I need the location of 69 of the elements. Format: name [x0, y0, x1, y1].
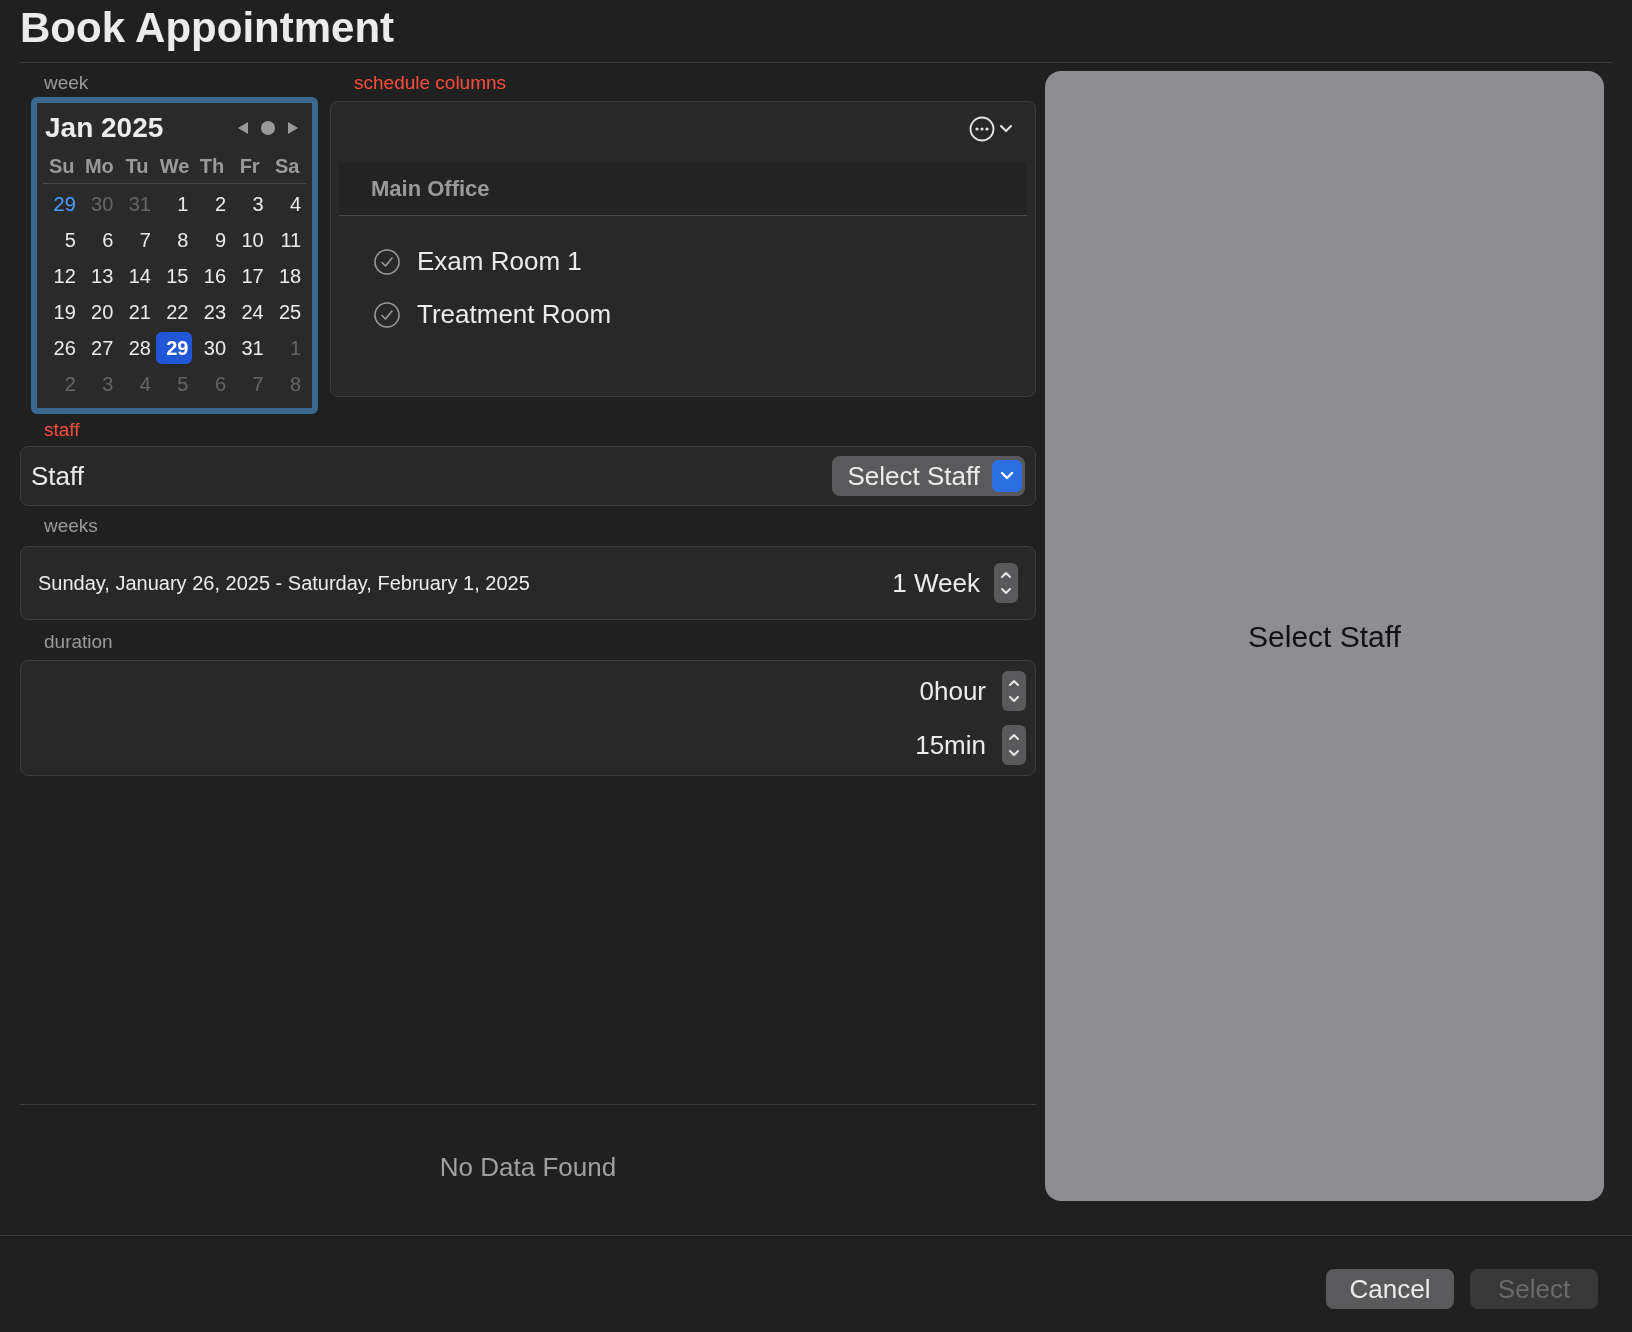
- calendar-day[interactable]: 25: [269, 296, 306, 328]
- staff-label: Staff: [31, 459, 84, 493]
- chevron-down-icon: [992, 460, 1022, 492]
- calendar-day[interactable]: 21: [118, 296, 155, 328]
- weekday-label: Su: [48, 154, 76, 179]
- side-panel-message: Select Staff: [1248, 618, 1401, 655]
- previous-icon[interactable]: [236, 120, 250, 136]
- calendar-day[interactable]: 16: [194, 260, 231, 292]
- section-label: week: [43, 71, 90, 95]
- calendar-day[interactable]: 8: [156, 224, 193, 256]
- calendar-day[interactable]: 26: [43, 332, 80, 364]
- calendar-day[interactable]: 12: [43, 260, 80, 292]
- calendar-month: Jan 2025: [45, 111, 164, 145]
- section-label: duration: [43, 630, 114, 654]
- calendar-day[interactable]: 13: [81, 260, 118, 292]
- room-name: Exam Room 1: [417, 245, 582, 278]
- calendar-day[interactable]: 6: [81, 224, 118, 256]
- checkmark-circle-icon[interactable]: [373, 300, 401, 329]
- calendar-day[interactable]: 27: [81, 332, 118, 364]
- calendar-day[interactable]: 29: [156, 332, 193, 364]
- room-name: Treatment Room: [417, 298, 612, 331]
- calendar-day[interactable]: 5: [43, 224, 80, 256]
- section-label: staff: [43, 418, 81, 442]
- section-label: weeks: [43, 514, 99, 538]
- duration-value: 0hour: [919, 674, 986, 708]
- checkmark-circle-icon[interactable]: [373, 247, 401, 276]
- calendar-day[interactable]: 9: [194, 224, 231, 256]
- calendar-day[interactable]: 29: [43, 188, 80, 220]
- calendar-day[interactable]: 1: [156, 188, 193, 220]
- duration-stepper[interactable]: [1002, 671, 1026, 711]
- section-label: schedule columns: [353, 71, 508, 95]
- weekday-label: Tu: [124, 154, 150, 179]
- next-icon[interactable]: [286, 120, 300, 136]
- weekday-label: We: [158, 154, 191, 179]
- calendar-day[interactable]: 7: [118, 224, 155, 256]
- calendar-day[interactable]: 19: [43, 296, 80, 328]
- more-options-icon[interactable]: [969, 116, 995, 142]
- calendar-day[interactable]: 28: [118, 332, 155, 364]
- calendar-day[interactable]: 11: [269, 224, 306, 256]
- calendar-day[interactable]: 4: [269, 188, 306, 220]
- duration-value: 15min: [915, 728, 986, 762]
- calendar-day[interactable]: 23: [194, 296, 231, 328]
- week-range: Sunday, January 26, 2025 - Saturday, February 1, 2025: [38, 571, 530, 596]
- today-dot-icon[interactable]: [260, 120, 276, 136]
- calendar-day[interactable]: 24: [231, 296, 268, 328]
- calendar-day[interactable]: 18: [269, 260, 306, 292]
- calendar-day[interactable]: 14: [118, 260, 155, 292]
- calendar-day[interactable]: 3: [231, 188, 268, 220]
- duration-stepper[interactable]: [1002, 725, 1026, 765]
- window-title: Book Appointment: [20, 3, 396, 53]
- calendar-day[interactable]: 31: [231, 332, 268, 364]
- calendar-day[interactable]: 2: [194, 188, 231, 220]
- empty-message: No Data Found: [439, 1150, 617, 1184]
- weekday-label: Sa: [273, 154, 301, 179]
- weeks-stepper[interactable]: [994, 563, 1018, 603]
- calendar-day[interactable]: 10: [231, 224, 268, 256]
- select-staff-dropdown[interactable]: Select Staff: [831, 456, 1025, 496]
- calendar-day[interactable]: 22: [156, 296, 193, 328]
- group-title: Main Office: [371, 175, 490, 203]
- calendar-day[interactable]: 15: [156, 260, 193, 292]
- weekday-label: Mo: [83, 154, 115, 179]
- weekday-label: Fr: [238, 154, 261, 179]
- weeks-value: 1 Week: [892, 566, 980, 600]
- calendar-day[interactable]: 20: [81, 296, 118, 328]
- calendar-day[interactable]: 30: [194, 332, 231, 364]
- weekday-label: Th: [198, 154, 226, 179]
- chevron-down-icon[interactable]: [999, 124, 1013, 134]
- dialog-button[interactable]: Cancel: [1326, 1269, 1454, 1309]
- calendar-day[interactable]: 17: [231, 260, 268, 292]
